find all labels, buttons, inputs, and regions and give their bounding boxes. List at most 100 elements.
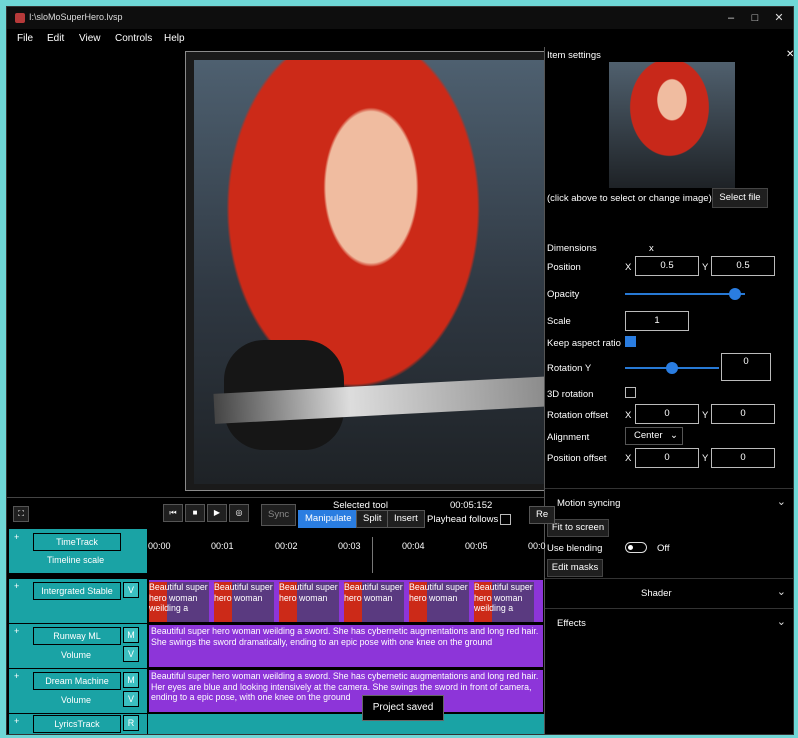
stop-icon[interactable]: ■	[185, 504, 205, 522]
close-button[interactable]: ✕	[765, 9, 793, 27]
rotation-y-field[interactable]: 0	[721, 353, 771, 381]
effects-section[interactable]: Effects ⌄	[545, 608, 793, 637]
ruler-tick: 00:02	[275, 541, 298, 551]
tool-manipulate[interactable]: Manipulate	[298, 510, 359, 528]
track-lane-stable: Beautiful super hero woman weilding a Be…	[148, 579, 544, 623]
track-mute-toggle[interactable]: M	[123, 672, 139, 688]
use-blending-toggle[interactable]	[625, 542, 647, 553]
add-icon[interactable]: +	[14, 716, 19, 726]
menu-file[interactable]: File	[17, 33, 33, 44]
opacity-slider-track[interactable]	[625, 293, 745, 295]
track-volume-toggle[interactable]: V	[123, 691, 139, 707]
clip-thumb: Beautiful super hero woman	[214, 582, 274, 622]
record-icon[interactable]: ◎	[229, 504, 249, 522]
title-bar: I:\sloMoSuperHero.lvsp – □ ✕	[7, 7, 793, 29]
opacity-label: Opacity	[547, 289, 580, 300]
settings-header: Item settings	[547, 50, 601, 61]
tool-insert[interactable]: Insert	[387, 510, 425, 528]
add-icon[interactable]: +	[14, 581, 19, 591]
clip-prompt-text: Beautiful super hero woman weilding a sw…	[151, 671, 539, 702]
clip-dream[interactable]: Beautiful super hero woman weilding a sw…	[148, 669, 544, 713]
re-button[interactable]: Re	[529, 506, 556, 524]
alignment-label: Alignment	[547, 432, 590, 443]
fit-to-screen-button[interactable]: Fit to screen	[547, 519, 609, 537]
item-settings-panel: Item settings ✕ (click above to select o…	[544, 47, 793, 734]
rotation-offset-label: Rotation offset	[547, 410, 609, 421]
motion-syncing-section[interactable]: Motion syncing ⌄	[545, 488, 793, 517]
scale-field[interactable]: 1	[625, 311, 689, 331]
timeline-scale-label[interactable]: Timeline scale	[47, 555, 104, 565]
track-volume-toggle[interactable]: V	[123, 646, 139, 662]
rotation-3d-checkbox[interactable]	[625, 387, 636, 398]
position-offset-y-field[interactable]: 0	[711, 448, 775, 468]
menu-controls[interactable]: Controls	[115, 33, 152, 44]
track-name-runway[interactable]: Runway ML	[33, 627, 121, 645]
close-icon[interactable]: ✕	[786, 49, 793, 60]
menu-bar: File Edit View Controls Help	[7, 29, 793, 49]
track-lane-lyrics	[148, 714, 544, 734]
timeline: + TimeTrack Timeline scale 00:00 00:01 0…	[7, 529, 546, 734]
ruler[interactable]: 00:00 00:01 00:02 00:03 00:04 00:05 00:0	[148, 529, 546, 573]
playhead[interactable]	[372, 537, 373, 573]
scale-label: Scale	[547, 316, 571, 327]
track-name-lyrics[interactable]: LyricsTrack	[33, 715, 121, 733]
skip-start-icon[interactable]: ⏮	[163, 504, 183, 522]
position-x-label: X	[625, 262, 632, 273]
tool-split[interactable]: Split	[356, 510, 389, 528]
position-offset-x-label: X	[625, 453, 632, 464]
menu-view[interactable]: View	[79, 33, 101, 44]
track-name-stable[interactable]: Intergrated Stable	[33, 582, 121, 600]
ruler-tick: 00:05	[465, 541, 488, 551]
track-video-toggle[interactable]: V	[123, 582, 139, 598]
position-y-field[interactable]: 0.5	[711, 256, 775, 276]
use-blending-label: Use blending	[547, 543, 603, 554]
keep-aspect-checkbox[interactable]	[625, 336, 636, 347]
menu-edit[interactable]: Edit	[47, 33, 64, 44]
add-icon[interactable]: +	[14, 532, 19, 542]
rotation-y-slider-thumb[interactable]	[666, 362, 678, 374]
item-image-thumbnail[interactable]	[609, 62, 735, 188]
chevron-down-icon: ⌄	[776, 496, 786, 508]
clip-thumb: Beautiful super hero woman	[409, 582, 469, 622]
menu-help[interactable]: Help	[164, 33, 185, 44]
volume-label[interactable]: Volume	[61, 695, 91, 705]
add-icon[interactable]: +	[14, 626, 19, 636]
motion-syncing-label: Motion syncing	[557, 498, 621, 509]
fullscreen-icon[interactable]: ⛶	[13, 506, 29, 522]
track-name-timetrack[interactable]: TimeTrack	[33, 533, 121, 551]
select-file-button[interactable]: Select file	[712, 188, 768, 208]
alignment-value: Center	[634, 430, 663, 441]
position-offset-x-field[interactable]: 0	[635, 448, 699, 468]
dimensions-x: x	[649, 243, 654, 254]
track-name-dream[interactable]: Dream Machine	[33, 672, 121, 690]
shader-section[interactable]: Shader ⌄	[545, 578, 793, 607]
image-hint: (click above to select or change image)	[547, 193, 712, 204]
rotation-3d-label: 3D rotation	[547, 389, 594, 400]
playhead-follows-checkbox[interactable]	[500, 514, 511, 525]
track-head-timetrack: + TimeTrack Timeline scale	[9, 529, 147, 574]
volume-label[interactable]: Volume	[61, 650, 91, 660]
position-offset-y-label: Y	[702, 453, 709, 464]
add-icon[interactable]: +	[14, 671, 19, 681]
rotation-offset-x-field[interactable]: 0	[635, 404, 699, 424]
position-offset-label: Position offset	[547, 453, 607, 464]
chevron-down-icon: ⌄	[776, 586, 786, 598]
position-x-field[interactable]: 0.5	[635, 256, 699, 276]
opacity-slider-thumb[interactable]	[729, 288, 742, 300]
track-mute-toggle[interactable]: M	[123, 627, 139, 643]
track-record-toggle[interactable]: R	[123, 715, 139, 731]
alignment-select[interactable]: Center ⌄	[625, 427, 683, 445]
preview-image	[194, 60, 548, 484]
sync-button[interactable]: Sync	[261, 504, 297, 526]
use-blending-state: Off	[657, 543, 670, 554]
play-icon[interactable]: ▶	[207, 504, 227, 522]
preview-viewer[interactable]	[185, 51, 549, 491]
rotation-y-label: Rotation Y	[547, 363, 592, 374]
edit-masks-button[interactable]: Edit masks	[547, 559, 603, 577]
rotation-offset-y-field[interactable]: 0	[711, 404, 775, 424]
clip-stable[interactable]: Beautiful super hero woman weilding a Be…	[148, 579, 544, 623]
clip-runway[interactable]: Beautiful super hero woman weilding a sw…	[148, 624, 544, 668]
effects-label: Effects	[557, 618, 586, 629]
ruler-tick: 00:03	[338, 541, 361, 551]
dimensions-label: Dimensions	[547, 243, 597, 254]
